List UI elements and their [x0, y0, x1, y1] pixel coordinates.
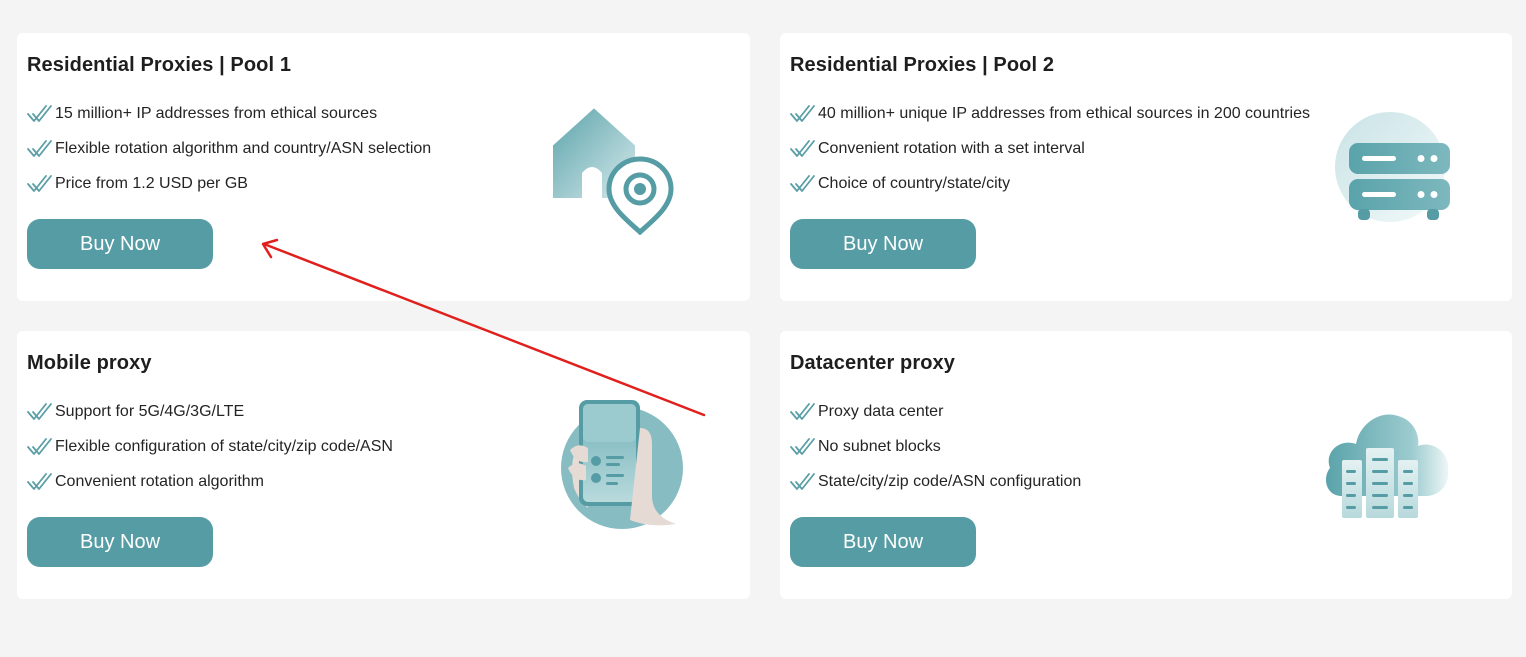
- card-title: Residential Proxies | Pool 1: [27, 54, 292, 76]
- feature-text: Price from 1.2 USD per GB: [55, 174, 248, 192]
- buy-now-button[interactable]: Buy Now: [790, 517, 976, 567]
- feature-text: 15 million+ IP addresses from ethical so…: [55, 104, 378, 122]
- double-check-icon: [790, 174, 816, 194]
- product-card-datacenter-proxy: Datacenter proxy Proxy data center No su…: [780, 331, 1512, 599]
- double-check-icon: [790, 104, 816, 124]
- double-check-icon: [790, 402, 816, 422]
- buy-now-button[interactable]: Buy Now: [27, 517, 213, 567]
- buy-now-button[interactable]: Buy Now: [790, 219, 976, 269]
- double-check-icon: [27, 174, 53, 194]
- double-check-icon: [27, 437, 53, 457]
- feature-text: Proxy data center: [818, 402, 944, 420]
- double-check-icon: [27, 139, 53, 159]
- double-check-icon: [790, 472, 816, 492]
- house-location-pin-icon: [542, 103, 677, 235]
- double-check-icon: [27, 472, 53, 492]
- card-title: Datacenter proxy: [790, 352, 955, 374]
- feature-text: 40 million+ unique IP addresses from eth…: [818, 104, 1310, 122]
- buy-now-button[interactable]: Buy Now: [27, 219, 213, 269]
- server-rack-icon: [1332, 111, 1457, 223]
- feature-text: Convenient rotation with a set interval: [818, 139, 1085, 157]
- feature-text: Flexible rotation algorithm and country/…: [55, 139, 432, 157]
- double-check-icon: [790, 139, 816, 159]
- double-check-icon: [790, 437, 816, 457]
- card-title: Mobile proxy: [27, 352, 152, 374]
- card-title: Residential Proxies | Pool 2: [790, 54, 1055, 76]
- cloud-buildings-icon: [1322, 408, 1452, 522]
- product-card-mobile-proxy: Mobile proxy Support for 5G/4G/3G/LTE Fl…: [17, 331, 750, 599]
- product-card-residential-pool-2: Residential Proxies | Pool 2 40 million+…: [780, 33, 1512, 301]
- hand-holding-phone-icon: [558, 398, 688, 533]
- feature-text: Flexible configuration of state/city/zip…: [55, 437, 393, 455]
- feature-text: Support for 5G/4G/3G/LTE: [55, 402, 245, 420]
- double-check-icon: [27, 402, 53, 422]
- feature-text: Convenient rotation algorithm: [55, 472, 265, 490]
- feature-text: Choice of country/state/city: [818, 174, 1011, 192]
- feature-text: State/city/zip code/ASN configuration: [818, 472, 1082, 490]
- double-check-icon: [27, 104, 53, 124]
- feature-text: No subnet blocks: [818, 437, 941, 455]
- product-card-residential-pool-1: Residential Proxies | Pool 1 15 million+…: [17, 33, 750, 301]
